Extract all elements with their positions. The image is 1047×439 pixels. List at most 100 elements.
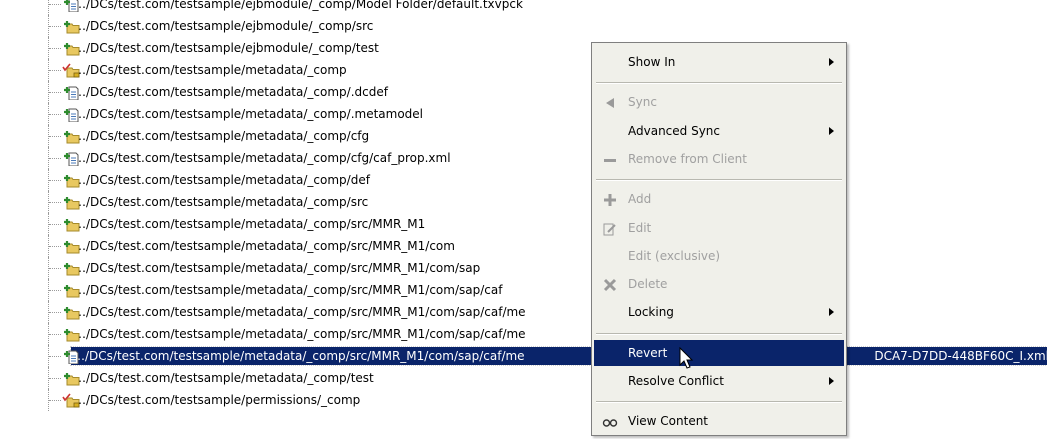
folder-add-icon: [62, 172, 80, 188]
tree-row-label: …/DCs/test.com/testsample/ejbmodule/_com…: [74, 19, 374, 33]
tree-row[interactable]: …/DCs/test.com/testsample/ejbmodule/_com…: [0, 37, 1047, 59]
tree-row[interactable]: …/DCs/test.com/testsample/metadata/_comp…: [0, 301, 1047, 323]
tree-guide-line: [49, 224, 61, 225]
tree-row-path: …/DCs/test.com/testsample/metadata/_comp…: [72, 149, 455, 167]
tree-row-path: …/DCs/test.com/testsample/ejbmodule/_com…: [72, 39, 383, 57]
folder-add-icon: [62, 304, 80, 320]
tree-row-path: …/DCs/test.com/testsample/metadata/_comp…: [72, 281, 506, 299]
tree-row-label: …/DCs/test.com/testsample/ejbmodule/_com…: [74, 41, 379, 55]
tree-row-path: …/DCs/test.com/testsample/metadata/_comp…: [72, 215, 429, 233]
tree-row-path: …/DCs/test.com/testsample/ejbmodule/_com…: [72, 0, 527, 13]
tree-row[interactable]: …/DCs/test.com/testsample/metadata/_comp…: [0, 81, 1047, 103]
folder-add-icon: [62, 194, 80, 210]
tree-row-label-tail: DCA7-D7DD-448BF60C_I.xml: [874, 349, 1047, 363]
menu-item-edit-exclusive[interactable]: Edit (exclusive): [594, 243, 844, 269]
tree-row[interactable]: …/DCs/test.com/testsample/metadata/_comp…: [0, 367, 1047, 389]
tree-row-label: …/DCs/test.com/testsample/metadata/_comp…: [74, 217, 426, 231]
tree-row[interactable]: …/DCs/test.com/testsample/metadata/_comp…: [0, 235, 1047, 257]
menu-item-label: Remove from Client: [628, 151, 747, 166]
folder-add-icon: [62, 282, 80, 298]
edit-icon: [602, 220, 618, 236]
menu-item-label: Edit (exclusive): [628, 248, 721, 263]
folder-add-icon: [62, 18, 80, 34]
tree-guide-line: [49, 136, 61, 137]
menu-item-label: Advanced Sync: [628, 123, 721, 138]
tree-row-path: …/DCs/test.com/testsample/metadata/_comp…: [72, 237, 459, 255]
tree-row-path: …/DCs/test.com/testsample/metadata/_comp…: [72, 259, 484, 277]
menu-item-locking[interactable]: Locking: [594, 299, 844, 325]
tree-guide-line: [49, 48, 61, 49]
file-add-icon: [62, 84, 80, 101]
tree-row-label: …/DCs/test.com/testsample/metadata/_comp…: [74, 129, 370, 143]
folder-add-icon: [62, 40, 80, 56]
menu-separator: [596, 82, 842, 85]
menu-item-label: Revert: [628, 345, 668, 360]
tree-guide-line: [49, 70, 61, 71]
menu-item-label: Edit: [628, 220, 652, 235]
tree-row[interactable]: …/DCs/test.com/testsample/metadata/_comp…: [0, 323, 1047, 345]
menu-item-sync[interactable]: Sync: [594, 89, 844, 115]
tree-guide-line: [49, 268, 61, 269]
tree-row[interactable]: …/DCs/test.com/testsample/metadata/_comp…: [0, 191, 1047, 213]
menu-item-label: Show In: [628, 55, 676, 69]
tree-row[interactable]: …/DCs/test.com/testsample/metadata/_comp: [0, 59, 1047, 81]
tree-row[interactable]: …/DCs/test.com/testsample/permissions/_c…: [0, 389, 1047, 411]
remove-icon: [602, 151, 618, 167]
tree-guide-line: [49, 92, 61, 93]
tree-row-path: …/DCs/test.com/testsample/metadata/_comp…: [70, 346, 1047, 366]
tree-row[interactable]: …/DCs/test.com/testsample/ejbmodule/_com…: [0, 0, 1047, 15]
tree-row[interactable]: …/DCs/test.com/testsample/ejbmodule/_com…: [0, 15, 1047, 37]
tree-row[interactable]: …/DCs/test.com/testsample/metadata/_comp…: [0, 279, 1047, 301]
tree-row[interactable]: …/DCs/test.com/testsample/metadata/_comp…: [0, 169, 1047, 191]
tree-row-path: …/DCs/test.com/testsample/permissions/_c…: [72, 391, 364, 409]
folder-edit-icon: [62, 62, 80, 78]
submenu-arrow-icon: [829, 58, 834, 66]
mouse-pointer-icon: [679, 347, 694, 369]
tree-row-label: …/DCs/test.com/testsample/metadata/_comp…: [74, 173, 370, 187]
tree-row-label: …/DCs/test.com/testsample/metadata/_comp…: [74, 371, 374, 385]
menu-item-view-content[interactable]: View Content: [594, 408, 844, 434]
tree-row-label: …/DCs/test.com/testsample/ejbmodule/_com…: [74, 0, 523, 11]
menu-item-delete[interactable]: Delete: [594, 271, 844, 297]
folder-add-icon: [62, 238, 80, 254]
tree-row[interactable]: …/DCs/test.com/testsample/metadata/_comp…: [0, 103, 1047, 125]
tree-guide-line: [49, 202, 61, 203]
tree-row-path: …/DCs/test.com/testsample/metadata/_comp…: [72, 303, 530, 321]
delete-icon: [602, 276, 618, 292]
tree-guide-line: [49, 246, 61, 247]
tree-row-label: …/DCs/test.com/testsample/permissions/_c…: [74, 393, 361, 407]
folder-add-icon: [62, 326, 80, 342]
tree-row-label: …/DCs/test.com/testsample/metadata/_comp…: [74, 305, 526, 319]
tree-row-label: …/DCs/test.com/testsample/metadata/_comp…: [74, 327, 526, 341]
tree-row-label: …/DCs/test.com/testsample/metadata/_comp…: [74, 261, 481, 275]
tree-row-label: …/DCs/test.com/testsample/metadata/_comp…: [74, 85, 388, 99]
menu-item-add[interactable]: Add: [594, 186, 844, 212]
tree-row[interactable]: …/DCs/test.com/testsample/metadata/_comp…: [0, 213, 1047, 235]
tree-row-label: …/DCs/test.com/testsample/metadata/_comp…: [74, 107, 424, 121]
tree-row[interactable]: …/DCs/test.com/testsample/metadata/_comp…: [0, 257, 1047, 279]
menu-item-remove-from-client[interactable]: Remove from Client: [594, 146, 844, 172]
tree-guide-line: [49, 334, 61, 335]
tree-guide-line: [49, 312, 61, 313]
tree-row[interactable]: …/DCs/test.com/testsample/metadata/_comp…: [0, 345, 1047, 367]
tree-guide-line: [49, 114, 61, 115]
tree-row[interactable]: …/DCs/test.com/testsample/metadata/_comp…: [0, 125, 1047, 147]
tree-guide-line: [49, 356, 61, 357]
change-list-tree: …/DCs/test.com/testsample/ejbmodule/_com…: [0, 0, 1047, 427]
menu-item-label: View Content: [628, 414, 709, 429]
tree-row-label: …/DCs/test.com/testsample/metadata/_comp…: [74, 195, 369, 209]
menu-item-resolve-conflict[interactable]: Resolve Conflict: [594, 368, 844, 394]
tree-row-label: …/DCs/test.com/testsample/metadata/_comp: [74, 63, 347, 77]
menu-item-show-in[interactable]: Show In: [594, 49, 844, 75]
menu-item-advanced-sync[interactable]: Advanced Sync: [594, 118, 844, 144]
tree-row[interactable]: …/DCs/test.com/testsample/metadata/_comp…: [0, 147, 1047, 169]
tree-guide-line: [49, 400, 61, 401]
folder-add-icon: [62, 216, 80, 232]
tree-guide-line: [49, 4, 61, 5]
menu-item-edit[interactable]: Edit: [594, 215, 844, 241]
menu-item-revert[interactable]: Revert: [594, 339, 844, 366]
file-add-icon: [62, 106, 80, 123]
tree-guide-line: [49, 26, 61, 27]
submenu-arrow-icon: [829, 377, 834, 385]
submenu-arrow-icon: [829, 308, 834, 317]
